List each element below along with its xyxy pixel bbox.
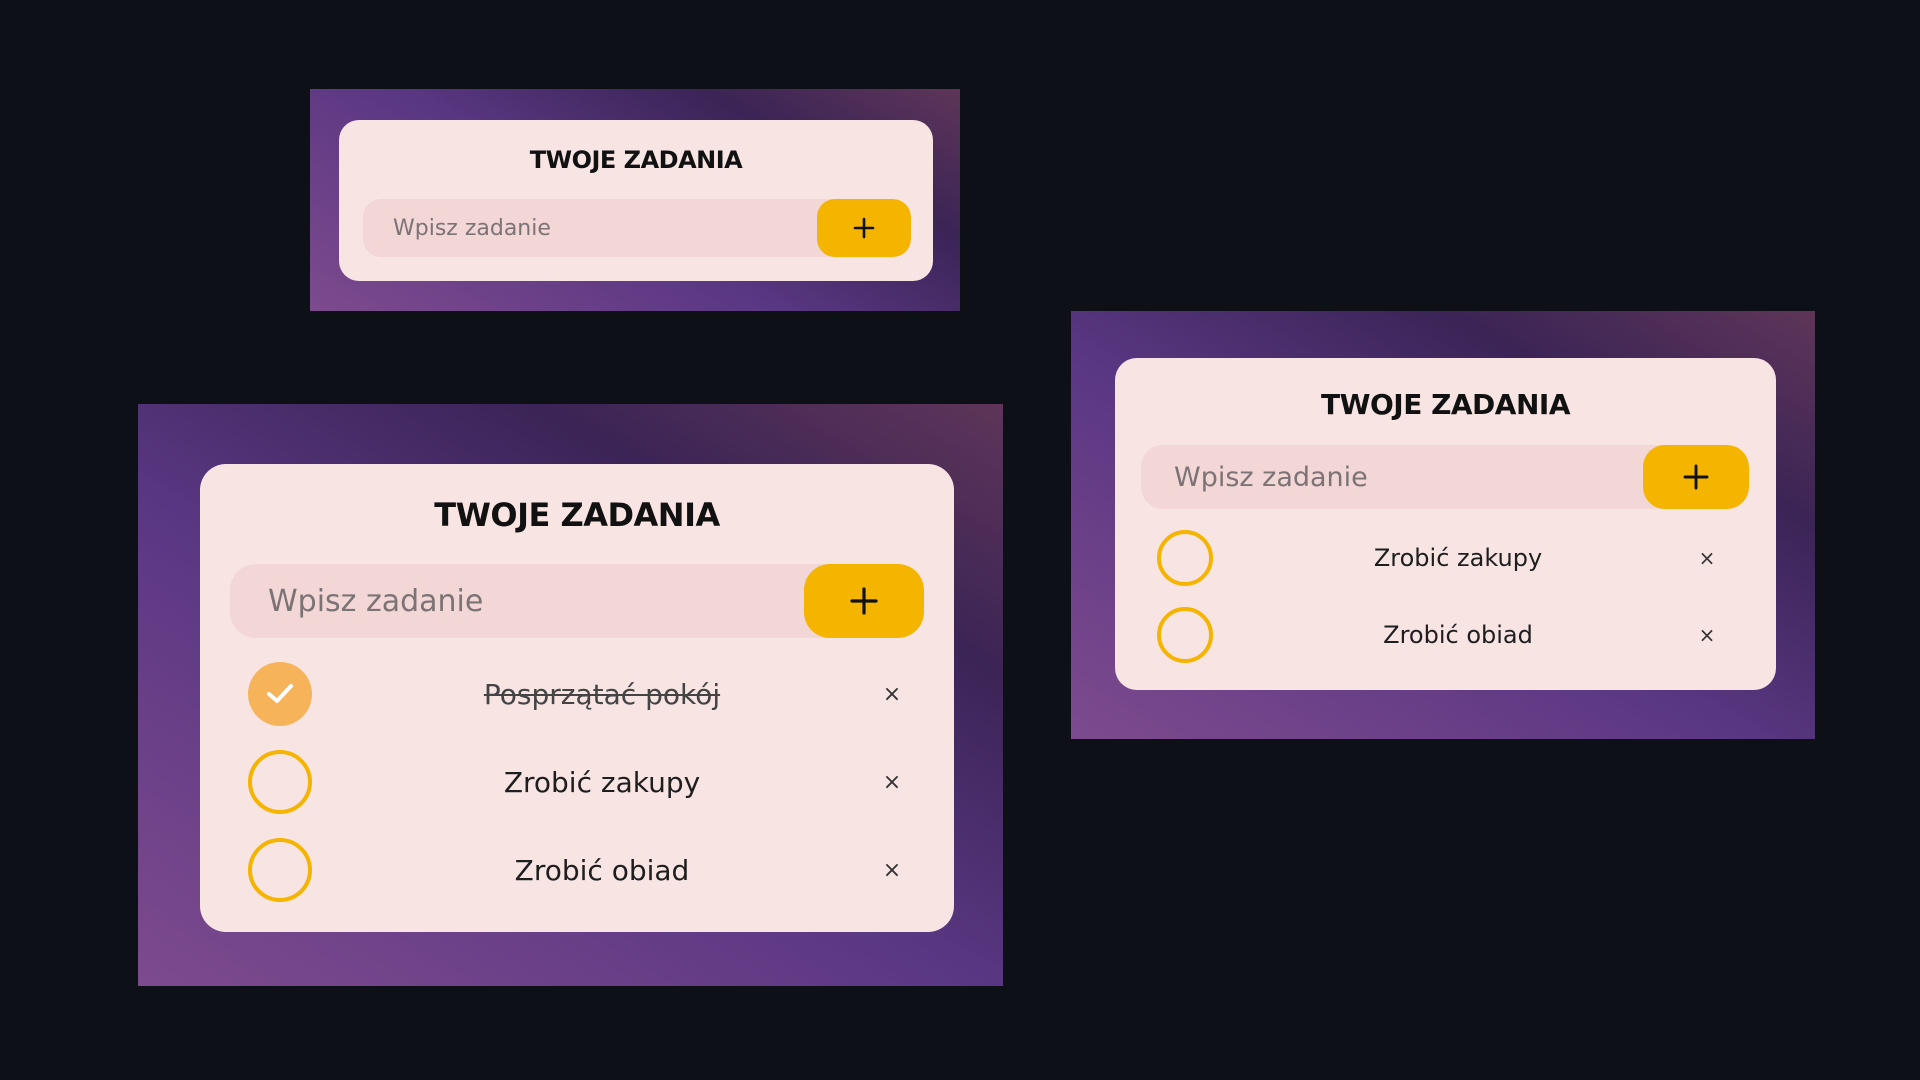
delete-task-icon[interactable]: ×	[872, 858, 912, 883]
delete-task-icon[interactable]: ×	[872, 770, 912, 795]
todo-panel-empty: TWOJE ZADANIA	[310, 89, 960, 311]
card-title: TWOJE ZADANIA	[434, 496, 720, 534]
add-task-button[interactable]	[817, 199, 911, 257]
task-input[interactable]	[1141, 445, 1643, 509]
task-input-row	[363, 199, 911, 257]
plus-icon	[850, 587, 878, 615]
todo-card: TWOJE ZADANIA Posprzątać pokój × Zrobić …	[200, 464, 954, 932]
task-item: Zrobić zakupy ×	[1157, 530, 1725, 586]
task-input-row	[230, 564, 924, 638]
checkmark-icon	[267, 684, 293, 703]
delete-task-icon[interactable]: ×	[1689, 623, 1725, 647]
task-text: Zrobić obiad	[1383, 621, 1533, 649]
task-checkbox[interactable]	[1157, 530, 1213, 586]
todo-card: TWOJE ZADANIA Zrobić zakupy × Zrobić obi…	[1115, 358, 1776, 690]
task-checkbox-checked[interactable]	[248, 662, 312, 726]
task-checkbox[interactable]	[1157, 607, 1213, 663]
add-task-button[interactable]	[1643, 445, 1749, 509]
task-item: Posprzątać pokój ×	[248, 662, 912, 726]
task-item: Zrobić zakupy ×	[248, 750, 912, 814]
todo-panel-two-tasks: TWOJE ZADANIA Zrobić zakupy × Zrobić obi…	[1071, 311, 1815, 739]
task-item: Zrobić obiad ×	[1157, 607, 1725, 663]
task-input[interactable]	[230, 564, 804, 638]
task-item: Zrobić obiad ×	[248, 838, 912, 902]
card-title: TWOJE ZADANIA	[1321, 388, 1571, 421]
task-checkbox[interactable]	[248, 750, 312, 814]
task-text: Posprzątać pokój	[483, 677, 721, 711]
todo-panel-three-tasks: TWOJE ZADANIA Posprzątać pokój × Zrobić …	[138, 404, 1003, 986]
task-input-row	[1141, 445, 1749, 509]
task-checkbox[interactable]	[248, 838, 312, 902]
delete-task-icon[interactable]: ×	[872, 682, 912, 707]
task-text: Zrobić zakupy	[1373, 544, 1543, 572]
card-title: TWOJE ZADANIA	[529, 146, 743, 174]
plus-icon	[853, 217, 875, 239]
plus-icon	[1683, 464, 1709, 490]
add-task-button[interactable]	[804, 564, 924, 638]
task-text: Zrobić obiad	[514, 853, 690, 887]
task-text: Zrobić zakupy	[503, 765, 701, 799]
todo-card: TWOJE ZADANIA	[339, 120, 933, 281]
task-input[interactable]	[363, 199, 817, 257]
delete-task-icon[interactable]: ×	[1689, 546, 1725, 570]
